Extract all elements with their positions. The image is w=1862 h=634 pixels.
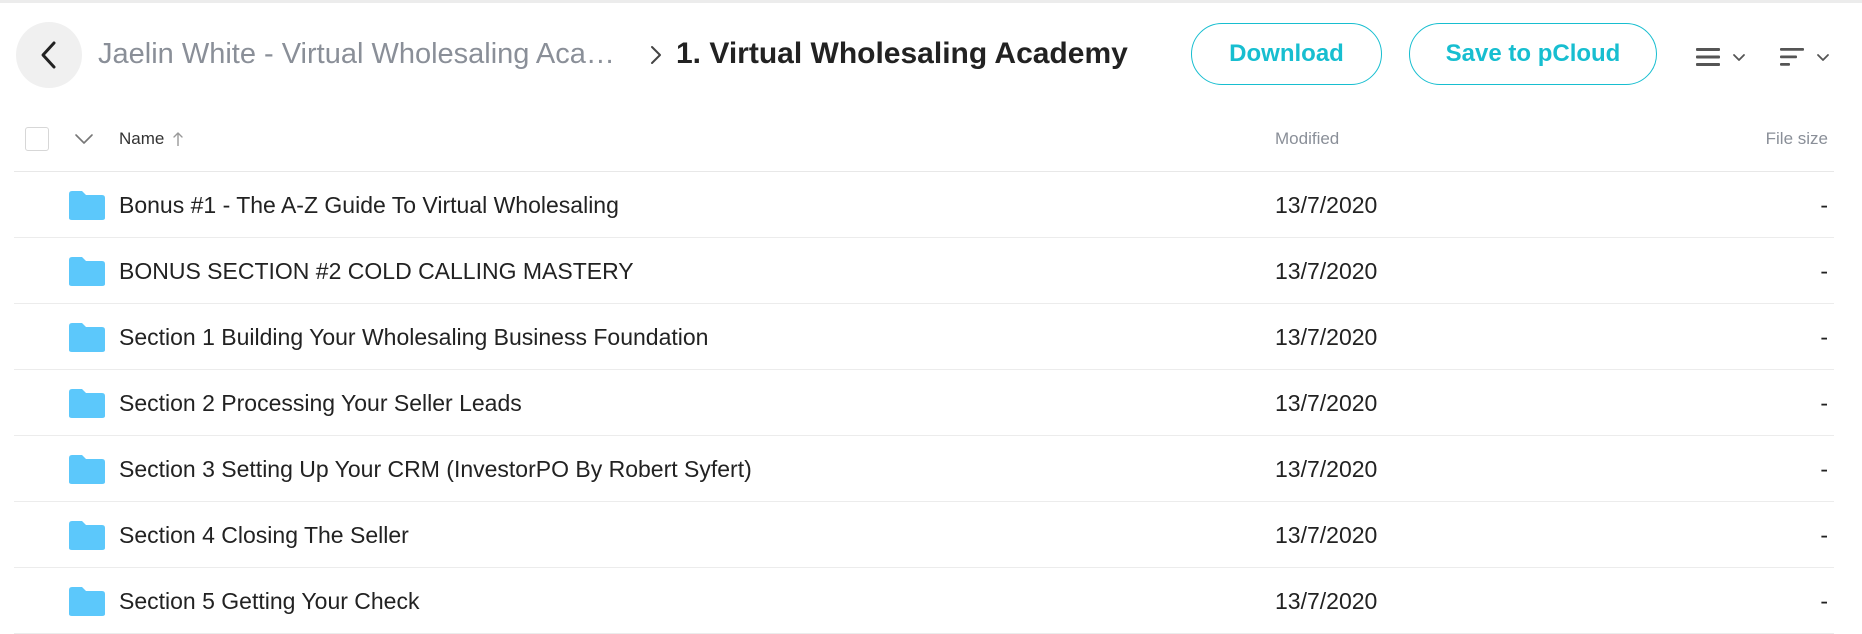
sort-toggle[interactable] — [1780, 42, 1832, 72]
file-name: BONUS SECTION #2 COLD CALLING MASTERY — [119, 258, 634, 284]
file-size: - — [1820, 456, 1828, 482]
column-header: Name Modified File size — [0, 110, 1862, 172]
file-size: - — [1820, 390, 1828, 416]
folder-icon — [69, 389, 105, 418]
header-bar: Jaelin White - Virtual Wholesaling Acade… — [0, 18, 1862, 92]
file-list: Bonus #1 - The A-Z Guide To Virtual Whol… — [0, 172, 1862, 634]
file-modified: 13/7/2020 — [1275, 258, 1378, 284]
folder-icon — [69, 323, 105, 352]
file-name: Section 3 Setting Up Your CRM (InvestorP… — [119, 456, 752, 482]
file-size: - — [1820, 522, 1828, 548]
file-name: Section 5 Getting Your Check — [119, 588, 420, 614]
table-row[interactable]: Section 4 Closing The Seller 13/7/2020 - — [0, 502, 1862, 568]
file-size: - — [1820, 324, 1828, 350]
file-name: Section 2 Processing Your Seller Leads — [119, 390, 522, 416]
file-modified: 13/7/2020 — [1275, 522, 1378, 548]
folder-icon — [69, 257, 105, 286]
folder-icon — [69, 587, 105, 616]
select-all-checkbox[interactable] — [25, 127, 49, 151]
arrow-left-icon — [41, 41, 56, 69]
file-modified: 13/7/2020 — [1275, 390, 1378, 416]
file-name: Section 4 Closing The Seller — [119, 522, 409, 548]
top-divider — [0, 0, 1862, 3]
list-view-icon — [1696, 48, 1720, 66]
file-size: - — [1820, 588, 1828, 614]
chevron-down-icon — [1733, 54, 1745, 61]
folder-icon — [69, 191, 105, 220]
file-size: - — [1820, 192, 1828, 218]
table-row[interactable]: Section 1 Building Your Wholesaling Busi… — [0, 304, 1862, 370]
file-size-column-header[interactable]: File size — [1766, 129, 1828, 149]
folder-icon — [69, 521, 105, 550]
file-modified: 13/7/2020 — [1275, 324, 1378, 350]
table-row[interactable]: Section 5 Getting Your Check 13/7/2020 - — [0, 568, 1862, 634]
back-button[interactable] — [16, 22, 82, 88]
file-modified: 13/7/2020 — [1275, 192, 1378, 218]
name-column-label: Name — [119, 129, 165, 148]
table-row[interactable]: Bonus #1 - The A-Z Guide To Virtual Whol… — [0, 172, 1862, 238]
sort-icon — [1780, 48, 1804, 66]
file-modified: 13/7/2020 — [1275, 456, 1378, 482]
download-button[interactable]: Download — [1191, 23, 1382, 85]
name-column-header[interactable]: Name — [119, 129, 184, 149]
table-row[interactable]: Section 2 Processing Your Seller Leads 1… — [0, 370, 1862, 436]
breadcrumb-parent[interactable]: Jaelin White - Virtual Wholesaling Acade… — [98, 35, 628, 73]
breadcrumb-current: 1. Virtual Wholesaling Academy — [676, 37, 1128, 70]
table-row[interactable]: BONUS SECTION #2 COLD CALLING MASTERY 13… — [0, 238, 1862, 304]
chevron-down-icon[interactable] — [74, 132, 94, 146]
table-row[interactable]: Section 3 Setting Up Your CRM (InvestorP… — [0, 436, 1862, 502]
arrow-up-icon — [173, 132, 184, 146]
modified-column-header[interactable]: Modified — [1275, 129, 1339, 149]
file-size: - — [1820, 258, 1828, 284]
chevron-down-icon — [1817, 54, 1829, 61]
file-name: Bonus #1 - The A-Z Guide To Virtual Whol… — [119, 192, 619, 218]
folder-icon — [69, 455, 105, 484]
save-to-pcloud-button[interactable]: Save to pCloud — [1409, 23, 1657, 85]
view-mode-toggle[interactable] — [1696, 42, 1748, 72]
chevron-right-icon — [651, 46, 661, 64]
file-modified: 13/7/2020 — [1275, 588, 1378, 614]
file-name: Section 1 Building Your Wholesaling Busi… — [119, 324, 709, 350]
